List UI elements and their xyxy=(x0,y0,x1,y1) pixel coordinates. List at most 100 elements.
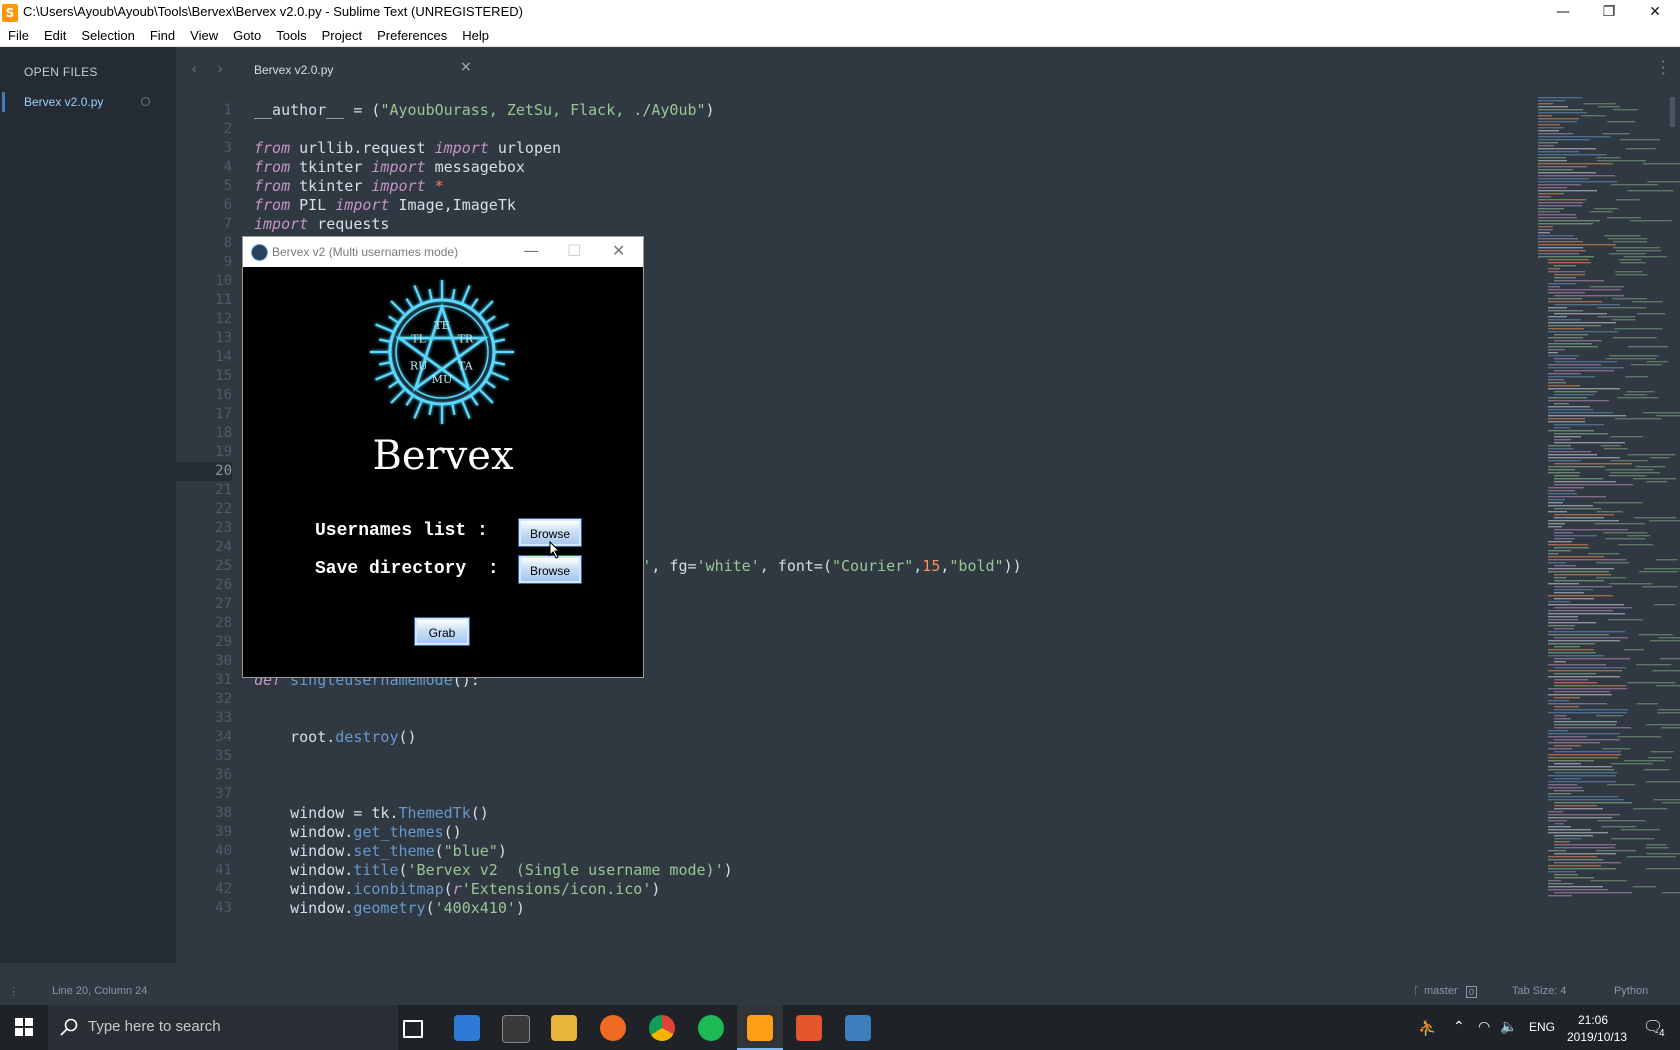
tab-bar: ‹ › Bervex v2.0.py × · · · xyxy=(176,47,1680,97)
taskbar-search[interactable]: Type here to search xyxy=(48,1005,398,1050)
clock-date[interactable]: 2019/10/13 xyxy=(1567,1030,1627,1044)
firefox-icon[interactable] xyxy=(600,1015,626,1041)
line-number: 2 xyxy=(223,121,232,137)
chrome-icon[interactable] xyxy=(649,1015,675,1041)
bervex-minimize-button[interactable]: — xyxy=(523,241,539,260)
title-bar: S C:\Users\Ayoub\Ayoub\Tools\Bervex\Berv… xyxy=(0,0,1680,26)
search-icon xyxy=(60,1018,78,1036)
code-line[interactable]: import requests xyxy=(254,215,389,233)
menu-help[interactable]: Help xyxy=(454,26,496,46)
status-menu-icon[interactable]: ⋮ xyxy=(8,985,19,998)
line-number: 34 xyxy=(215,729,232,745)
line-number: 5 xyxy=(223,178,232,194)
menu-tools[interactable]: Tools xyxy=(268,26,313,46)
code-line[interactable]: from tkinter import * xyxy=(254,177,444,195)
terminal-icon[interactable] xyxy=(502,1015,530,1043)
bervex-close-button[interactable]: ✕ xyxy=(612,241,625,260)
store-icon[interactable] xyxy=(454,1015,480,1041)
line-number: 8 xyxy=(223,235,232,251)
task-view-icon[interactable] xyxy=(403,1020,423,1038)
line-number: 27 xyxy=(215,596,232,612)
chevron-right-icon[interactable]: › xyxy=(217,59,223,78)
line-number: 6 xyxy=(223,197,232,213)
syntax-mode[interactable]: Python xyxy=(1614,985,1648,997)
bervex-maximize-button: ☐ xyxy=(567,241,582,260)
line-number: 24 xyxy=(215,539,232,555)
menu-bar: File Edit Selection Find View Goto Tools… xyxy=(0,26,1680,47)
code-line[interactable]: window.set_theme("blue") xyxy=(254,842,507,860)
line-number: 12 xyxy=(215,311,232,327)
menu-selection[interactable]: Selection xyxy=(73,26,141,46)
grab-button[interactable]: Grab xyxy=(415,618,469,645)
selection-indicator xyxy=(2,92,5,112)
code-line[interactable]: root.destroy() xyxy=(254,728,416,746)
line-number: 41 xyxy=(215,862,232,878)
git-branch-icon: ᚴ xyxy=(1413,985,1420,997)
menu-view[interactable]: View xyxy=(182,26,225,46)
line-number: 7 xyxy=(223,216,232,232)
pentagram-logo-icon: TE TR TA MU RU TL xyxy=(370,280,514,424)
window-title: C:\Users\Ayoub\Ayoub\Tools\Bervex\Bervex… xyxy=(23,4,523,19)
bervex-title-bar: Bervex v2 (Multi usernames mode) — ☐ ✕ xyxy=(243,237,643,267)
sidebar: OPEN FILES Bervex v2.0.py xyxy=(0,47,176,963)
menu-preferences[interactable]: Preferences xyxy=(369,26,454,46)
tab-size[interactable]: Tab Size: 4 xyxy=(1512,985,1566,997)
chevron-left-icon[interactable]: ‹ xyxy=(191,59,197,78)
code-line[interactable]: from PIL import Image,ImageTk xyxy=(254,196,516,214)
volume-icon[interactable]: 🔈 xyxy=(1500,1018,1517,1035)
minimize-button[interactable]: — xyxy=(1540,0,1586,26)
menu-project[interactable]: Project xyxy=(314,26,369,46)
code-line[interactable]: window.geometry('400x410') xyxy=(254,899,525,917)
more-vertical-icon[interactable]: · · · xyxy=(1661,54,1666,82)
tab-close-icon[interactable]: × xyxy=(460,59,472,75)
line-number: 26 xyxy=(215,577,232,593)
line-number: 19 xyxy=(215,444,232,460)
svg-text:TR: TR xyxy=(458,333,474,346)
close-button[interactable]: ✕ xyxy=(1632,0,1678,26)
usernames-list-label: Usernames list : xyxy=(315,521,488,541)
code-line[interactable]: window = tk.ThemedTk() xyxy=(254,804,489,822)
code-line[interactable]: window.get_themes() xyxy=(254,823,462,841)
chevron-up-icon[interactable]: ⌃ xyxy=(1453,1018,1465,1035)
browse-save-directory-button[interactable]: Browse xyxy=(519,556,581,583)
bervex-title: Bervex v2 (Multi usernames mode) xyxy=(272,245,459,259)
bervex-window: Bervex v2 (Multi usernames mode) — ☐ ✕ T… xyxy=(242,236,644,678)
line-number: 38 xyxy=(215,805,232,821)
windows-start-icon[interactable] xyxy=(15,1018,33,1036)
line-number: 33 xyxy=(215,710,232,726)
python-icon[interactable] xyxy=(845,1015,871,1041)
wifi-icon[interactable]: ◠ xyxy=(1478,1018,1490,1035)
code-line[interactable]: from urllib.request import urlopen xyxy=(254,139,561,157)
sublime-active-indicator xyxy=(737,1005,783,1050)
open-files-header: OPEN FILES xyxy=(24,65,98,79)
line-number: 23 xyxy=(215,520,232,536)
svg-text:TE: TE xyxy=(434,319,449,332)
line-number: 29 xyxy=(215,634,232,650)
code-line[interactable]: window.title('Bervex v2 (Single username… xyxy=(254,861,733,879)
language-indicator[interactable]: ENG xyxy=(1529,1020,1555,1034)
clock-time[interactable]: 21:06 xyxy=(1578,1013,1608,1027)
people-icon[interactable]: ⛹ xyxy=(1418,1019,1437,1037)
menu-edit[interactable]: Edit xyxy=(36,26,73,46)
unsaved-dot-icon[interactable] xyxy=(141,97,150,106)
code-line[interactable]: window.iconbitmap(r'Extensions/icon.ico'… xyxy=(254,880,660,898)
line-number: 35 xyxy=(215,748,232,764)
menu-find[interactable]: Find xyxy=(142,26,182,46)
line-number: 16 xyxy=(215,387,232,403)
minimap[interactable] xyxy=(1536,97,1680,921)
sidebar-file-bervex[interactable]: Bervex v2.0.py xyxy=(24,95,103,109)
spotify-icon[interactable] xyxy=(698,1015,724,1041)
svg-text:TL: TL xyxy=(411,333,426,346)
line-number: 30 xyxy=(215,653,232,669)
menu-goto[interactable]: Goto xyxy=(225,26,268,46)
app-icon-orange[interactable] xyxy=(796,1015,822,1041)
file-explorer-icon[interactable] xyxy=(551,1015,577,1041)
git-branch[interactable]: master xyxy=(1424,985,1458,997)
svg-text:RU: RU xyxy=(410,360,428,373)
menu-file[interactable]: File xyxy=(0,26,36,46)
code-line[interactable]: __author__ = ("AyoubOurass, ZetSu, Flack… xyxy=(254,101,715,119)
svg-text:MU: MU xyxy=(432,373,453,386)
tab-bervex[interactable]: Bervex v2.0.py × xyxy=(240,47,472,97)
code-line[interactable]: from tkinter import messagebox xyxy=(254,158,525,176)
restore-button[interactable]: ❐ xyxy=(1586,0,1632,26)
